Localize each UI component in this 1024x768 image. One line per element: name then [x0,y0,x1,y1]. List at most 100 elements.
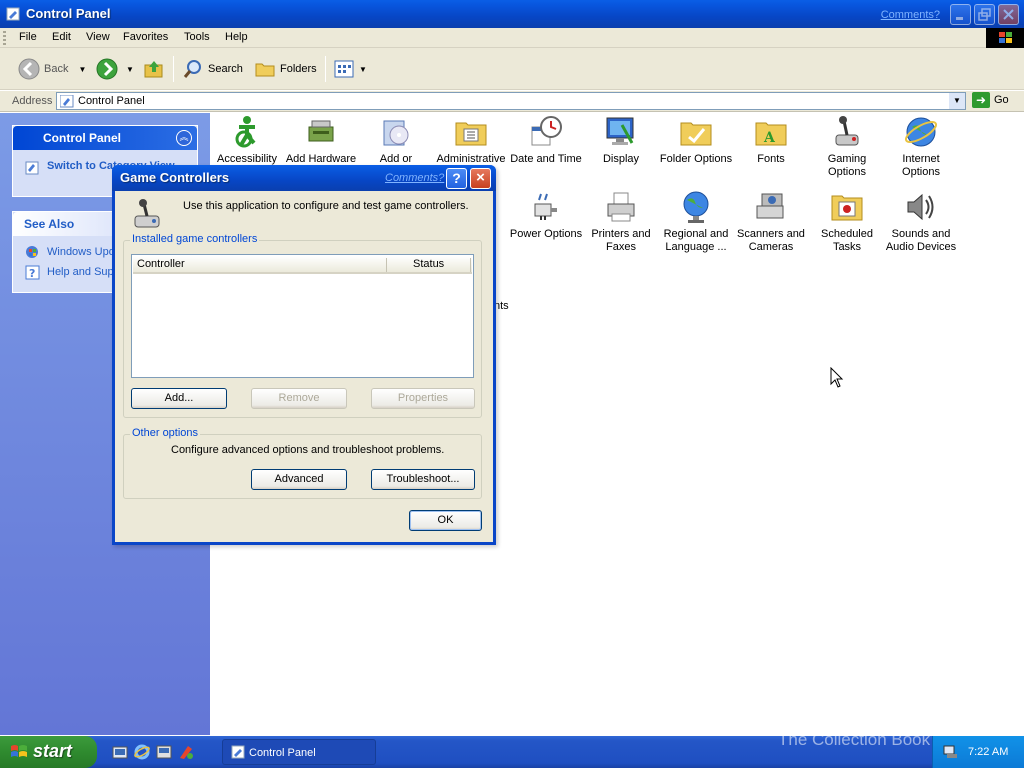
remove-button[interactable]: Remove [251,388,347,409]
add-hardware-item[interactable]: Add Hardware [283,115,359,166]
item-label: Display [602,153,640,165]
help-icon: ? [25,265,40,280]
switch-view-icon [25,161,39,175]
panel-header[interactable]: Control Panel ︽ [13,126,197,150]
window-title-bar[interactable]: Control Panel Comments? [0,0,1024,28]
panel-title: Control Panel [43,131,122,145]
fonts-icon: A [755,122,787,146]
address-dropdown-icon[interactable]: ▼ [949,93,965,109]
svg-text:A: A [763,130,776,146]
back-arrow-icon [18,58,40,80]
clock[interactable]: 7:22 AM [968,746,1008,758]
menu-grip[interactable] [3,31,6,45]
item-label: Fonts [757,153,785,165]
administrative-tools-icon [455,122,487,146]
menu-edit[interactable]: Edit [52,31,71,43]
taskbar-item-control-panel[interactable]: Control Panel [222,739,376,765]
restore-button[interactable] [974,4,995,25]
toolbar: Back ▼ ▼ Search Folders ▼ [0,48,1024,90]
forward-dropdown-icon[interactable]: ▼ [126,65,134,74]
menu-help[interactable]: Help [225,31,248,43]
troubleshoot-button[interactable]: Troubleshoot... [371,469,475,490]
go-arrow-icon: ➜ [972,92,990,108]
folder-options-icon [680,122,712,146]
up-folder-button[interactable] [143,58,165,80]
system-tray: 7:22 AM [932,736,1024,768]
go-button[interactable]: ➜ Go [972,92,1009,108]
printers-faxes-item[interactable]: Printers and Faxes [583,190,659,254]
start-label: start [33,741,73,761]
sounds-audio-icon [907,193,934,221]
item-label: Printers and Faxes [591,228,651,253]
media-player-icon[interactable] [156,744,172,760]
up-folder-icon [144,61,163,78]
sounds-audio-item[interactable]: Sounds and Audio Devices [883,190,959,254]
advanced-button[interactable]: Advanced [251,469,347,490]
comments-link[interactable]: Comments? [881,9,940,21]
dialog-comments-link[interactable]: Comments? [385,172,444,184]
menu-view[interactable]: View [86,31,110,43]
dialog-title: Game Controllers [120,170,230,185]
internet-options-item[interactable]: Internet Options [883,115,959,179]
minimize-button[interactable] [950,4,971,25]
views-button[interactable]: ▼ [333,58,367,80]
date-time-item[interactable]: Date and Time [508,115,584,166]
back-dropdown-icon[interactable]: ▼ [78,65,86,74]
column-separator[interactable] [470,258,471,272]
display-item[interactable]: Display [583,115,659,166]
forward-button[interactable]: ▼ [96,58,134,80]
windows-logo [986,28,1024,48]
help-button[interactable]: ? [446,168,467,189]
svg-text:?: ? [29,267,35,280]
item-label: Folder Options [659,153,733,165]
forward-arrow-icon [96,58,118,80]
item-label: Date and Time [510,153,582,165]
folders-icon [255,63,275,77]
date-time-icon [531,116,562,146]
menu-file[interactable]: File [19,31,37,43]
ok-button[interactable]: OK [409,510,482,531]
scanners-cameras-item[interactable]: Scanners and Cameras [733,190,809,254]
menu-tools[interactable]: Tools [184,31,210,43]
internet-explorer-icon[interactable] [134,744,150,760]
close-button[interactable] [998,4,1019,25]
other-options-description: Configure advanced options and troublesh… [171,444,445,456]
column-controller[interactable]: Controller [137,258,185,270]
properties-button[interactable]: Properties [371,388,475,409]
game-controllers-dialog: Game Controllers Comments? ? × Use this … [112,165,496,545]
controllers-list[interactable]: Controller Status [131,254,474,378]
item-label: Scheduled Tasks [821,228,873,253]
dialog-title-bar[interactable]: Game Controllers Comments? ? × [112,165,496,191]
folder-options-item[interactable]: Folder Options [658,115,734,166]
back-button[interactable]: Back ▼ [18,58,86,80]
scheduled-tasks-item[interactable]: Scheduled Tasks [809,190,885,254]
address-input[interactable]: Control Panel ▼ [56,92,966,110]
collapse-chevron-icon[interactable]: ︽ [176,130,192,146]
dialog-close-button[interactable]: × [470,168,491,189]
partial-item-label: nts [494,300,509,312]
folders-button[interactable]: Folders [254,58,317,80]
regional-language-item[interactable]: Regional and Language ... [658,190,734,254]
go-label: Go [994,94,1009,106]
add-hardware-icon [308,120,334,142]
column-separator[interactable] [386,258,387,272]
search-button[interactable]: Search [182,58,243,80]
menu-favorites[interactable]: Favorites [123,31,168,43]
show-desktop-icon[interactable] [112,744,128,760]
restore-icon [978,8,991,21]
start-button[interactable]: start [0,736,97,768]
control-panel-icon [60,95,74,108]
search-label: Search [208,63,243,75]
network-icon[interactable] [943,745,959,759]
paint-icon[interactable] [178,744,194,760]
add-remove-programs-icon [383,120,409,146]
gaming-options-item[interactable]: Gaming Options [809,115,885,179]
control-panel-icon [231,745,245,759]
power-options-item[interactable]: Power Options [508,190,584,241]
views-dropdown-icon[interactable]: ▼ [359,65,367,74]
add-button[interactable]: Add... [131,388,227,409]
address-label: Address [12,95,53,107]
column-status[interactable]: Status [413,258,444,270]
display-icon [606,117,634,145]
fonts-item[interactable]: A Fonts [733,115,809,166]
